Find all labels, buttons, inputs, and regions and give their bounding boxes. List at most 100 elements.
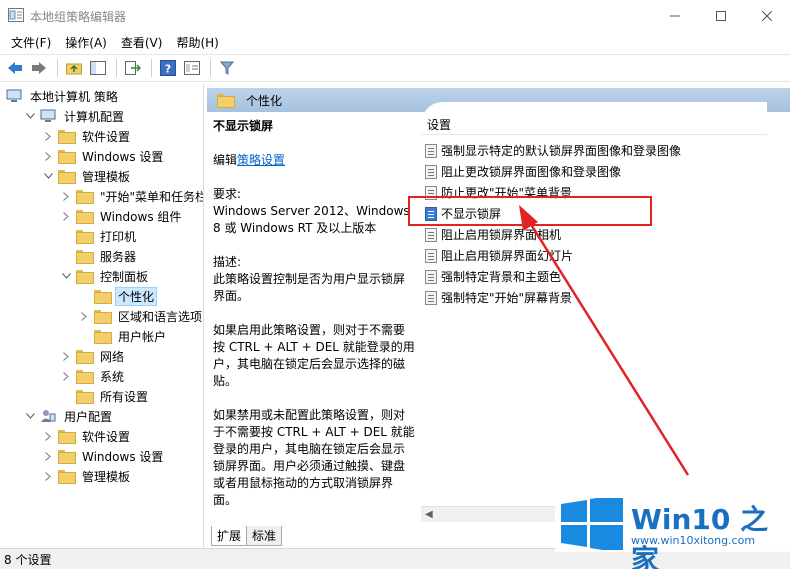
folder-icon: [76, 370, 94, 384]
tree-item[interactable]: Windows 设置: [42, 446, 166, 466]
back-button[interactable]: [4, 57, 26, 79]
chevron-down-icon[interactable]: [60, 270, 72, 282]
tree-item[interactable]: 个性化: [78, 286, 158, 306]
disable-text: 如果禁用或未配置此策略设置，则对于不需要按 CTRL + ALT + DEL 就…: [213, 408, 415, 507]
folder-icon: [94, 290, 112, 304]
tree-item-label: 个性化: [115, 286, 158, 306]
tree-item[interactable]: 用户配置: [24, 406, 115, 426]
tree-item[interactable]: 服务器: [60, 246, 139, 266]
chevron-down-icon[interactable]: [24, 410, 36, 422]
tree-item-label: 网络: [100, 349, 125, 364]
help-icon: ?: [160, 60, 176, 76]
maximize-button[interactable]: [698, 0, 744, 31]
tree-item-label: Windows 组件: [100, 209, 182, 224]
title-bar: 本地组策略编辑器: [0, 0, 790, 31]
folder-icon: [76, 210, 94, 224]
chevron-right-icon[interactable]: [78, 310, 90, 322]
tree-item[interactable]: 控制面板: [60, 266, 151, 286]
setting-row[interactable]: 阻止启用锁屏界面幻灯片: [425, 245, 573, 266]
tree-item-label: 打印机: [100, 229, 137, 244]
help-button[interactable]: ?: [157, 57, 179, 79]
scroll-left-icon[interactable]: ◀: [425, 509, 433, 520]
tree-item-label: 软件设置: [82, 429, 131, 444]
tree-item-label: 软件设置: [82, 129, 131, 144]
chevron-right-icon[interactable]: [42, 150, 54, 162]
tree-item[interactable]: 所有设置: [60, 386, 151, 406]
user-icon-wrap: [40, 409, 61, 423]
up-folder-button[interactable]: [63, 57, 85, 79]
tree-item[interactable]: 区域和语言选项: [78, 306, 203, 326]
maximize-icon: [716, 10, 726, 21]
tree-item[interactable]: "开始"菜单和任务栏: [60, 186, 203, 206]
toolbar-separator: [151, 59, 152, 77]
tree-item[interactable]: 软件设置: [42, 126, 133, 146]
chevron-down-icon[interactable]: [24, 110, 36, 122]
chevron-right-icon[interactable]: [42, 130, 54, 142]
chevron-right-icon[interactable]: [42, 470, 54, 482]
edit-policy-line: 编辑策略设置: [213, 152, 415, 169]
menu-file[interactable]: 文件(F): [4, 32, 58, 53]
folder-icon: [58, 450, 76, 464]
close-icon: [762, 10, 772, 21]
toolbar-separator: [210, 59, 211, 77]
tree-item[interactable]: 计算机配置: [24, 106, 127, 126]
description-label: 描述:: [213, 255, 242, 269]
chevron-right-icon[interactable]: [60, 370, 72, 382]
policy-editor-icon: [8, 8, 24, 22]
setting-row[interactable]: 强制显示特定的默认锁屏界面图像和登录图像: [425, 140, 681, 161]
tree-item[interactable]: 网络: [60, 346, 127, 366]
close-button[interactable]: [744, 0, 790, 31]
setting-label: 强制特定背景和主题色: [441, 270, 562, 284]
chevron-right-icon[interactable]: [60, 190, 72, 202]
chevron-down-icon[interactable]: [42, 170, 54, 182]
edit-policy-link[interactable]: 策略设置: [237, 153, 285, 167]
tree-item[interactable]: 用户帐户: [78, 326, 169, 346]
description-text: 此策略设置控制是否为用户显示锁屏界面。: [213, 272, 406, 303]
chevron-right-icon[interactable]: [60, 210, 72, 222]
tree-item[interactable]: Windows 组件: [60, 206, 184, 226]
policy-setting-icon: [425, 143, 437, 158]
menu-action[interactable]: 操作(A): [58, 32, 114, 53]
properties-button[interactable]: [181, 57, 203, 79]
computer-icon-wrap: [40, 109, 61, 123]
chevron-right-icon[interactable]: [42, 450, 54, 462]
export-list-button[interactable]: [122, 57, 144, 79]
minimize-button[interactable]: [652, 0, 698, 31]
tree-item[interactable]: Windows 设置: [42, 146, 166, 166]
requirements-text: Windows Server 2012、Windows 8 或 Windows …: [213, 204, 410, 235]
tree-item[interactable]: 软件设置: [42, 426, 133, 446]
tree-item[interactable]: 本地计算机 策略: [6, 86, 121, 106]
policy-setting-icon: [425, 290, 437, 305]
setting-row[interactable]: 阻止更改锁屏界面图像和登录图像: [425, 161, 621, 182]
settings-column-header[interactable]: 设置: [427, 116, 451, 133]
folder-icon: [58, 130, 76, 144]
folder-icon: [58, 470, 76, 484]
show-hide-tree-button[interactable]: [87, 57, 109, 79]
setting-row[interactable]: 强制特定背景和主题色: [425, 266, 561, 287]
forward-button[interactable]: [28, 57, 50, 79]
policy-setting-icon: [425, 164, 437, 179]
tree-item-label: 服务器: [100, 249, 137, 264]
filter-button[interactable]: [216, 57, 238, 79]
tree-item[interactable]: 系统: [60, 366, 127, 386]
enable-text: 如果启用此策略设置，则对于不需要按 CTRL + ALT + DEL 就能登录的…: [213, 323, 415, 388]
svg-text:?: ?: [165, 63, 171, 76]
status-text: 8 个设置: [4, 552, 52, 567]
setting-row[interactable]: 阻止启用锁屏界面相机: [425, 224, 561, 245]
folder-icon: [94, 310, 112, 324]
tab-standard[interactable]: 标准: [247, 526, 283, 546]
setting-row[interactable]: 强制特定"开始"屏幕背景: [425, 287, 572, 308]
menu-help[interactable]: 帮助(H): [169, 32, 225, 53]
tree-item[interactable]: 管理模板: [42, 466, 133, 486]
menu-view[interactable]: 查看(V): [114, 32, 170, 53]
window-title: 本地组策略编辑器: [30, 10, 127, 24]
tree-item[interactable]: 管理模板: [42, 166, 133, 186]
console-tree-icon: [90, 61, 106, 75]
folder-icon: [76, 230, 94, 244]
tab-extended[interactable]: 扩展: [211, 526, 248, 546]
chevron-right-icon[interactable]: [42, 430, 54, 442]
toolbar-separator: [116, 59, 117, 77]
tree-item[interactable]: 打印机: [60, 226, 139, 246]
chevron-right-icon[interactable]: [60, 350, 72, 362]
